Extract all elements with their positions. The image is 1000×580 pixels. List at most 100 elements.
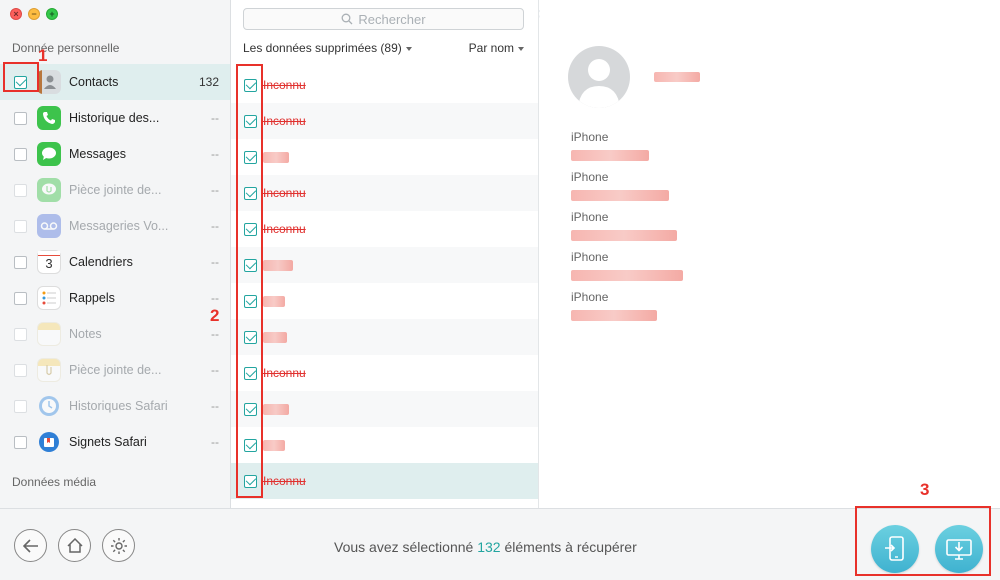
calendar-day: 3 [45, 256, 53, 271]
reminders-checkbox[interactable] [14, 291, 27, 305]
sidebar-item-reminders[interactable]: Rappels -- [0, 280, 230, 316]
voicemail-checkbox[interactable] [14, 219, 27, 233]
redacted-name [263, 403, 289, 415]
phone-entry: iPhone [571, 210, 683, 250]
sidebar-item-count: -- [211, 111, 219, 125]
redacted-name [263, 295, 285, 307]
filter-dropdown[interactable]: Les données supprimées (89) [243, 41, 412, 55]
sidebar-item-count: -- [211, 255, 219, 269]
sidebar-item-count: -- [211, 183, 219, 197]
table-row[interactable] [231, 319, 538, 355]
safari-bookmarks-checkbox[interactable] [14, 435, 27, 449]
redacted-name [263, 331, 287, 343]
settings-button[interactable] [102, 529, 135, 562]
sidebar-item-label: Pièce jointe de... [69, 183, 162, 197]
table-row[interactable]: Inconnu [231, 463, 538, 499]
sidebar-item-label: Notes [69, 327, 102, 341]
table-row[interactable] [231, 283, 538, 319]
contact-rows: Inconnu Inconnu Inconnu Inconnu Inconnu … [231, 67, 538, 499]
annotation-number-2: 2 [210, 306, 220, 325]
table-row[interactable] [231, 139, 538, 175]
sidebar-item-messages[interactable]: Messages -- [0, 136, 230, 172]
table-row[interactable]: Inconnu [231, 103, 538, 139]
sidebar-item-label: Signets Safari [69, 435, 147, 449]
table-row[interactable]: Inconnu [231, 67, 538, 103]
phone-entry: iPhone [571, 130, 683, 170]
redacted-phone-number [571, 190, 669, 201]
avatar [568, 46, 630, 108]
sidebar-item-count: -- [211, 363, 219, 377]
notes-icon [37, 322, 61, 346]
calendar-icon: 3 [37, 250, 61, 274]
safari-history-checkbox[interactable] [14, 399, 27, 413]
sidebar-item-safari-history[interactable]: Historiques Safari -- [0, 388, 230, 424]
window-controls: × − + [10, 8, 58, 20]
chevron-down-icon [518, 46, 524, 51]
phone-label: iPhone [571, 290, 609, 304]
row-label: Inconnu [263, 114, 306, 128]
phone-numbers: iPhone iPhone iPhone iPhone iPhone [571, 130, 683, 330]
phone-label: iPhone [571, 210, 609, 224]
sidebar-item-notes-attachments[interactable]: Pièce jointe de... -- [0, 352, 230, 388]
safari-bookmarks-icon [37, 430, 61, 454]
table-row[interactable] [231, 247, 538, 283]
table-row[interactable]: Inconnu [231, 211, 538, 247]
phone-entry: iPhone [571, 290, 683, 330]
sidebar-item-count: -- [211, 147, 219, 161]
section-media-data: Données média [12, 475, 97, 489]
notes-attachment-icon [37, 358, 61, 382]
sidebar-item-label: Messages [69, 147, 126, 161]
annotation-box-1 [3, 62, 39, 92]
search-placeholder: Rechercher [358, 11, 426, 27]
sidebar-item-call-history[interactable]: Historique des... -- [0, 100, 230, 136]
messages-checkbox[interactable] [14, 147, 27, 161]
sidebar-item-calendars[interactable]: 3 Calendriers -- [0, 244, 230, 280]
table-row[interactable] [231, 427, 538, 463]
phone-label: iPhone [571, 130, 609, 144]
sidebar-item-label: Messageries Vo... [69, 219, 169, 233]
row-label: Inconnu [263, 366, 306, 380]
sidebar-item-voicemail[interactable]: Messageries Vo... -- [0, 208, 230, 244]
sidebar-item-count: -- [211, 291, 219, 305]
notes-attachments-checkbox[interactable] [14, 363, 27, 377]
close-window-button[interactable]: × [10, 8, 22, 20]
zoom-window-button[interactable]: + [46, 8, 58, 20]
section-personal-data: Donnée personnelle [12, 41, 120, 55]
sidebar-item-label: Rappels [69, 291, 115, 305]
message-attachments-checkbox[interactable] [14, 183, 27, 197]
sidebar-item-label: Calendriers [69, 255, 133, 269]
annotation-box-2 [236, 64, 263, 498]
minimize-window-button[interactable]: − [28, 8, 40, 20]
phone-entry: iPhone [571, 250, 683, 290]
gear-icon [110, 537, 127, 554]
sidebar-item-label: Pièce jointe de... [69, 363, 162, 377]
back-button[interactable] [14, 529, 47, 562]
search-input[interactable]: Rechercher [243, 8, 524, 30]
table-row[interactable]: Inconnu [231, 355, 538, 391]
sort-dropdown[interactable]: Par nom [469, 41, 524, 55]
contacts-icon [37, 70, 61, 94]
table-row[interactable] [231, 391, 538, 427]
sidebar-item-label: Historiques Safari [69, 399, 168, 413]
call-history-checkbox[interactable] [14, 111, 27, 125]
bottom-bar: Vous avez sélectionné 132 éléments à réc… [0, 508, 1000, 580]
sidebar-item-notes[interactable]: Notes -- [0, 316, 230, 352]
calendars-checkbox[interactable] [14, 255, 27, 269]
table-row[interactable]: Inconnu [231, 175, 538, 211]
selection-status: Vous avez sélectionné 132 éléments à réc… [334, 539, 637, 555]
message-attachment-icon [37, 178, 61, 202]
notes-checkbox[interactable] [14, 327, 27, 341]
phone-entry: iPhone [571, 170, 683, 210]
sidebar-item-label: Historique des... [69, 111, 160, 125]
sidebar-item-count: -- [211, 219, 219, 233]
redacted-phone-number [571, 230, 677, 241]
arrow-left-icon [22, 538, 38, 553]
sidebar-item-safari-bookmarks[interactable]: Signets Safari -- [0, 424, 230, 460]
row-label: Inconnu [263, 78, 306, 92]
status-suffix: éléments à récupérer [504, 539, 637, 555]
sidebar-item-message-attachments[interactable]: Pièce jointe de... -- [0, 172, 230, 208]
redacted-phone-number [571, 150, 649, 161]
row-label: Inconnu [263, 474, 306, 488]
home-icon [66, 538, 83, 553]
home-button[interactable] [58, 529, 91, 562]
